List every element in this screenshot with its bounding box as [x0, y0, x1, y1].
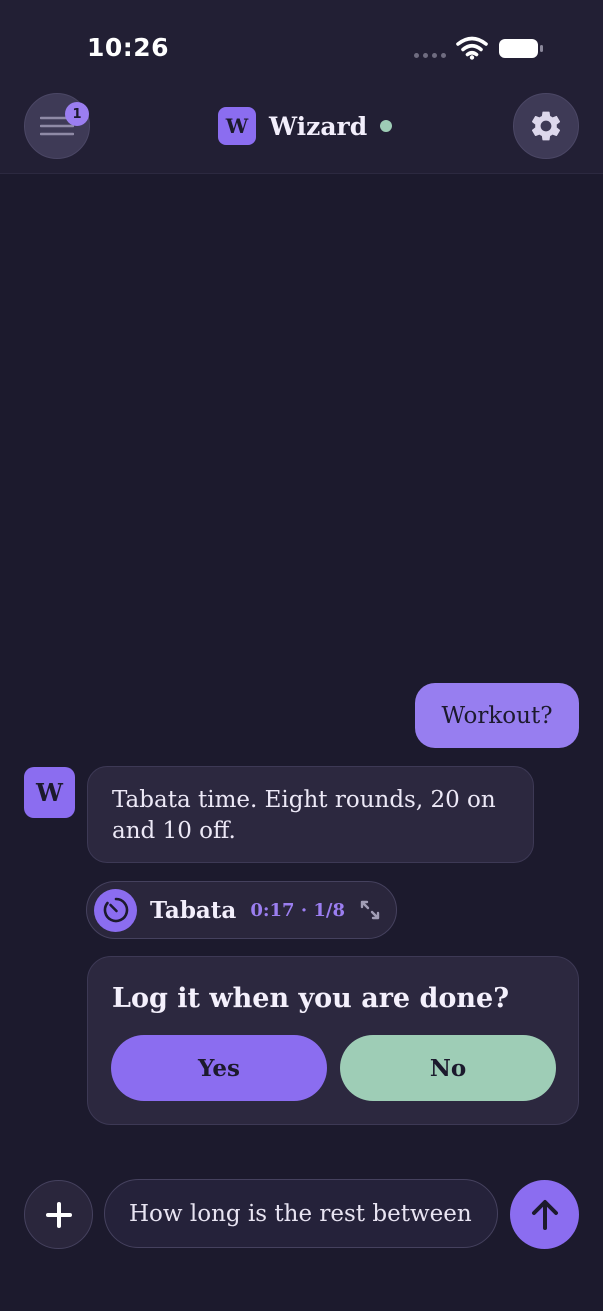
page-title: Wizard: [269, 111, 368, 141]
brand-title: W Wizard: [218, 107, 393, 145]
settings-button[interactable]: [513, 93, 579, 159]
timer-progress: 0:17 · 1/8: [250, 899, 345, 921]
cellular-signal-icon: [414, 53, 448, 59]
status-time: 10:26: [87, 33, 170, 62]
timer-chip[interactable]: Tabata 0:17 · 1/8: [86, 881, 397, 939]
brand-logo: W: [218, 107, 256, 145]
message-input[interactable]: How long is the rest between: [104, 1179, 498, 1248]
timer-icon: [94, 888, 137, 932]
send-arrow-up-icon: [531, 1199, 558, 1230]
gear-icon: [531, 111, 561, 141]
assistant-avatar: W: [24, 767, 75, 818]
send-button[interactable]: [510, 1180, 579, 1249]
yes-button[interactable]: Yes: [111, 1035, 327, 1101]
log-prompt-question: Log it when you are done?: [112, 983, 510, 1014]
app-header: [0, 0, 603, 174]
no-button[interactable]: No: [340, 1035, 556, 1101]
attach-button[interactable]: [24, 1180, 93, 1249]
menu-notification-badge: 1: [65, 102, 89, 126]
plus-icon: [45, 1201, 72, 1228]
message-input-text[interactable]: How long is the rest between: [129, 1201, 472, 1227]
wifi-icon: [456, 36, 488, 60]
assistant-message-bubble: Tabata time. Eight rounds, 20 on and 10 …: [87, 766, 534, 863]
timer-name: Tabata: [150, 896, 237, 924]
battery-icon: [499, 39, 543, 58]
user-message-bubble: Workout?: [415, 683, 579, 748]
expand-icon[interactable]: [359, 899, 381, 921]
online-status-dot: [380, 120, 393, 132]
log-prompt-card: Log it when you are done? Yes No: [87, 956, 579, 1125]
